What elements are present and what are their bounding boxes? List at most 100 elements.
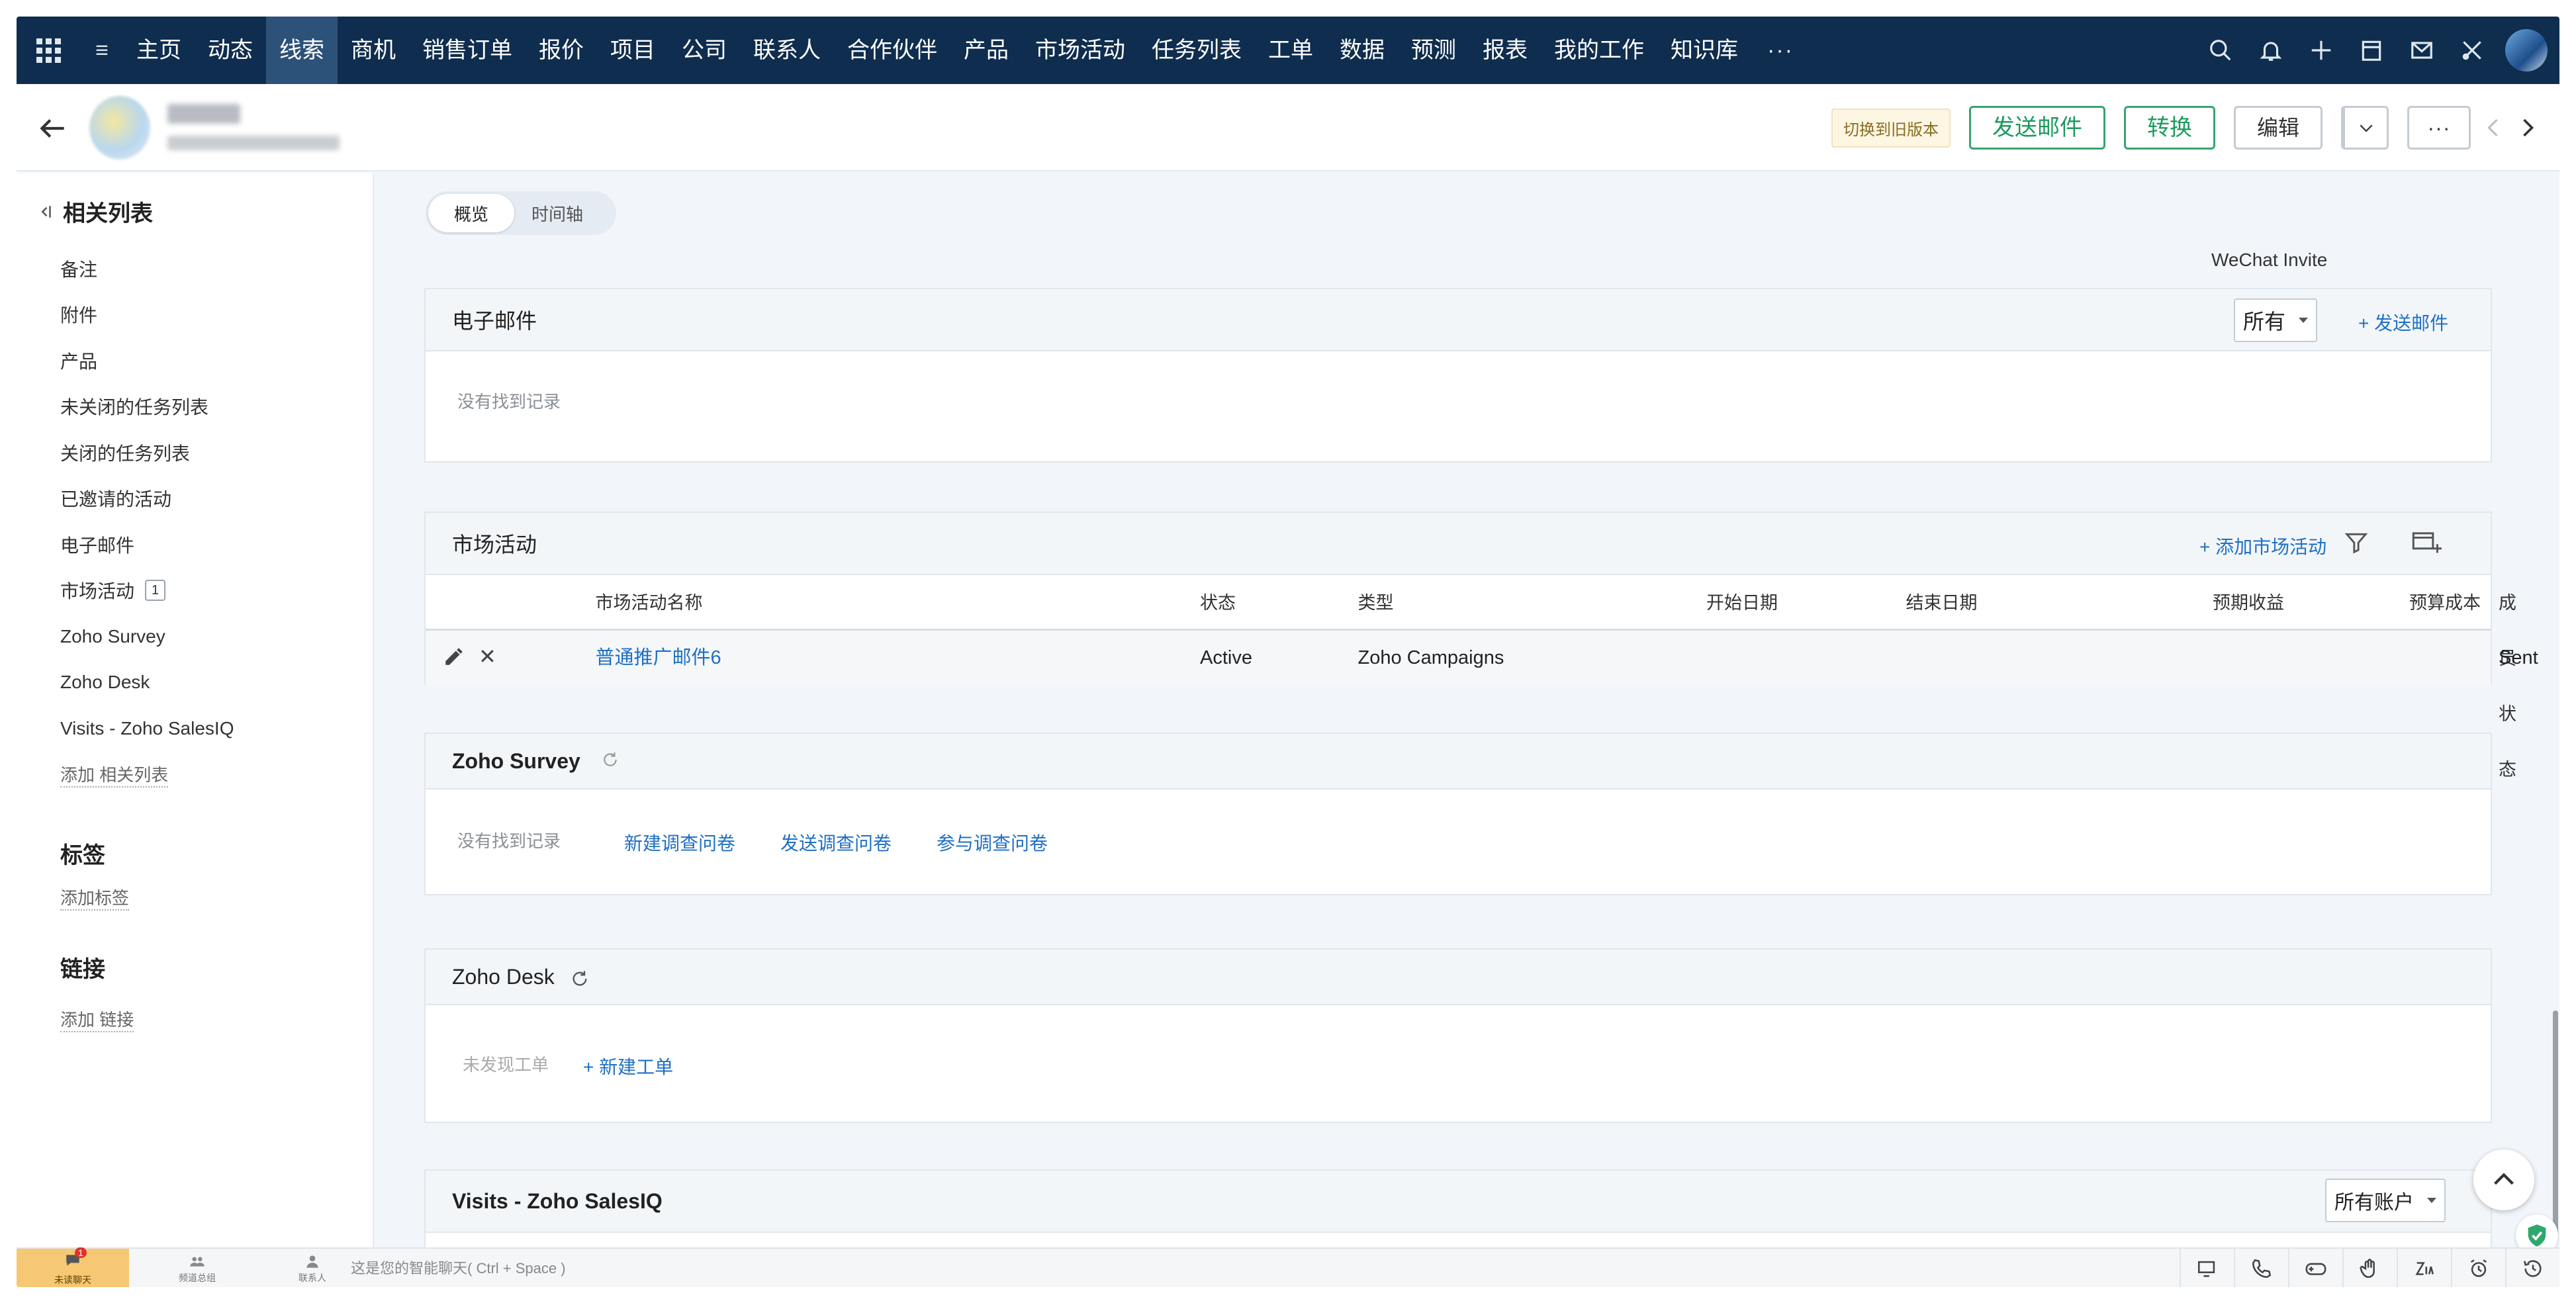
send-mail-link[interactable]: + 发送邮件: [2358, 309, 2448, 336]
phone-icon[interactable]: [2234, 1249, 2288, 1287]
user-avatar[interactable]: [2505, 29, 2548, 71]
salesiq-filter-select[interactable]: 所有账户: [2325, 1179, 2446, 1222]
column-header-3[interactable]: 开始日期: [1706, 575, 1778, 631]
chevron-down-icon[interactable]: [2343, 108, 2387, 148]
refresh-icon[interactable]: [571, 969, 589, 991]
tools-icon[interactable]: [2447, 17, 2497, 84]
sidebar-item-0[interactable]: 备注: [60, 246, 234, 292]
column-header-1[interactable]: 状态: [1200, 575, 1236, 631]
nav-tab-13[interactable]: 工单: [1255, 17, 1326, 84]
calendar-icon[interactable]: [2346, 17, 2397, 84]
sidebar-item-8[interactable]: Zoho Survey: [60, 613, 234, 660]
scrollbar-thumb[interactable]: [2553, 1011, 2558, 1236]
more-actions-button[interactable]: ···: [2407, 106, 2471, 150]
sidebar-item-9[interactable]: Zoho Desk: [60, 660, 234, 706]
zia-icon[interactable]: [2397, 1249, 2451, 1287]
nav-tab-15[interactable]: 预测: [1398, 17, 1469, 84]
nav-tab-1[interactable]: 动态: [195, 17, 266, 84]
smart-chat-input[interactable]: 这是您的智能聊天( Ctrl + Space ): [351, 1249, 566, 1287]
nav-tab-5[interactable]: 报价: [526, 17, 597, 84]
nav-tab-6[interactable]: 项目: [597, 17, 668, 84]
nav-tab-8[interactable]: 联系人: [740, 17, 834, 84]
tags-title: 标签: [60, 843, 105, 868]
collapse-sidebar-icon[interactable]: [35, 202, 55, 222]
nav-tab-7[interactable]: 公司: [668, 17, 740, 84]
add-campaign-link[interactable]: + 添加市场活动: [2199, 533, 2326, 559]
new-ticket-link[interactable]: + 新建工单: [583, 1053, 673, 1079]
nav-tab-11[interactable]: 市场活动: [1022, 17, 1138, 84]
nav-tab-16[interactable]: 报表: [1469, 17, 1541, 84]
mail-icon[interactable]: [2397, 17, 2447, 84]
menu-icon[interactable]: ≡: [81, 17, 123, 84]
edit-button[interactable]: 编辑: [2233, 106, 2323, 150]
send-mail-button[interactable]: 发送邮件: [1968, 106, 2105, 150]
nav-more-button[interactable]: ···: [1751, 38, 1810, 64]
main-content: 概览 时间轴 电子邮件 所有 + 发送邮件 没有找到记录 市场活动 + 添加市场…: [375, 173, 2559, 1247]
back-arrow-icon[interactable]: [36, 112, 69, 145]
sidebar-item-1[interactable]: 附件: [60, 292, 234, 338]
nav-tab-9[interactable]: 合作伙伴: [834, 17, 950, 84]
hand-icon[interactable]: [2342, 1249, 2397, 1287]
column-header-2[interactable]: 类型: [1358, 575, 1394, 631]
nav-tabs: 主页 动态 线索 商机 销售订单 报价 项目 公司 联系人 合作伙伴 产品 市场活动 任务列表 工单 数据预…: [123, 17, 1751, 84]
sidebar-item-10[interactable]: Visits - Zoho SalesIQ: [60, 705, 234, 752]
filter-icon[interactable]: [2344, 530, 2369, 559]
switch-old-version-button[interactable]: 切换到旧版本: [1831, 108, 1951, 148]
sidebar-item-6[interactable]: 电子邮件: [60, 521, 234, 568]
column-settings-icon[interactable]: [2411, 529, 2442, 559]
sidebar-item-4[interactable]: 关闭的任务列表: [60, 429, 234, 476]
tab-overview[interactable]: 概览: [428, 194, 514, 232]
unread-chats-tab[interactable]: 1 未读聊天: [17, 1247, 129, 1287]
add-link-link[interactable]: 添加 链接: [60, 1007, 134, 1032]
nav-tab-3[interactable]: 商机: [338, 17, 409, 84]
nav-tab-14[interactable]: 数据: [1326, 17, 1398, 84]
send-survey-link[interactable]: 发送调查问卷: [780, 829, 892, 856]
sidebar-item-5[interactable]: 已邀请的活动: [60, 476, 234, 522]
add-related-list-link[interactable]: 添加 相关列表: [60, 762, 169, 787]
column-header-6[interactable]: 预算成本: [2409, 575, 2481, 631]
sidebar-item-7[interactable]: 市场活动 1: [60, 568, 234, 614]
cell-name[interactable]: 普通推广邮件6: [596, 631, 721, 685]
column-header-7[interactable]: 成员状态: [2499, 575, 2516, 780]
next-record-icon[interactable]: [2510, 106, 2544, 150]
nav-tab-17[interactable]: 我的工作: [1541, 17, 1657, 84]
new-survey-link[interactable]: 新建调查问卷: [624, 829, 735, 856]
app-grid-icon[interactable]: [17, 17, 81, 84]
sidebar-item-count-badge: 1: [145, 580, 166, 602]
screen-share-icon[interactable]: [2180, 1249, 2234, 1287]
sidebar-item-2[interactable]: 产品: [60, 337, 234, 384]
refresh-icon[interactable]: [602, 751, 619, 772]
history-icon[interactable]: [2505, 1249, 2559, 1287]
campaigns-section-header: 市场活动 + 添加市场活动: [426, 513, 2491, 575]
salesiq-visits-section: Visits - Zoho SalesIQ 所有账户: [424, 1169, 2492, 1247]
nav-tab-4[interactable]: 销售订单: [409, 17, 526, 84]
join-survey-link[interactable]: 参与调查问卷: [937, 829, 1048, 856]
search-icon[interactable]: [2195, 17, 2246, 84]
bell-icon[interactable]: [2246, 17, 2296, 84]
edit-pencil-icon[interactable]: [443, 645, 465, 671]
column-header-5[interactable]: 预期收益: [2213, 575, 2284, 631]
scroll-to-top-button[interactable]: [2473, 1149, 2534, 1210]
nav-tab-0[interactable]: 主页: [123, 17, 195, 84]
prev-record-icon[interactable]: [2477, 106, 2510, 150]
nav-tab-2[interactable]: 线索: [266, 17, 338, 84]
channels-tab[interactable]: 频道总组: [141, 1249, 253, 1287]
record-subtitle-blurred: [167, 136, 340, 150]
nav-tab-10[interactable]: 产品: [950, 17, 1022, 84]
gamepad-icon[interactable]: [2288, 1249, 2342, 1287]
column-header-0[interactable]: 市场活动名称: [596, 575, 703, 631]
convert-button[interactable]: 转换: [2123, 106, 2215, 150]
wechat-invite-button[interactable]: WeChat Invite: [2211, 106, 2389, 270]
email-filter-select[interactable]: 所有: [2234, 298, 2318, 342]
plus-icon[interactable]: [2296, 17, 2346, 84]
nav-tab-18[interactable]: 知识库: [1657, 17, 1751, 84]
page-scrollbar[interactable]: [2552, 175, 2559, 1241]
nav-tab-12[interactable]: 任务列表: [1138, 17, 1255, 84]
tab-timeline[interactable]: 时间轴: [514, 194, 600, 232]
sidebar-item-3[interactable]: 未关闭的任务列表: [60, 384, 234, 430]
add-tag-link[interactable]: 添加标签: [60, 885, 130, 911]
delete-x-icon[interactable]: ✕: [479, 644, 496, 669]
column-header-4[interactable]: 结束日期: [1906, 575, 1978, 631]
alarm-icon[interactable]: [2451, 1249, 2505, 1287]
table-row[interactable]: ✕ 普通推广邮件6 Active Zoho Campaigns Sent: [426, 631, 2538, 685]
